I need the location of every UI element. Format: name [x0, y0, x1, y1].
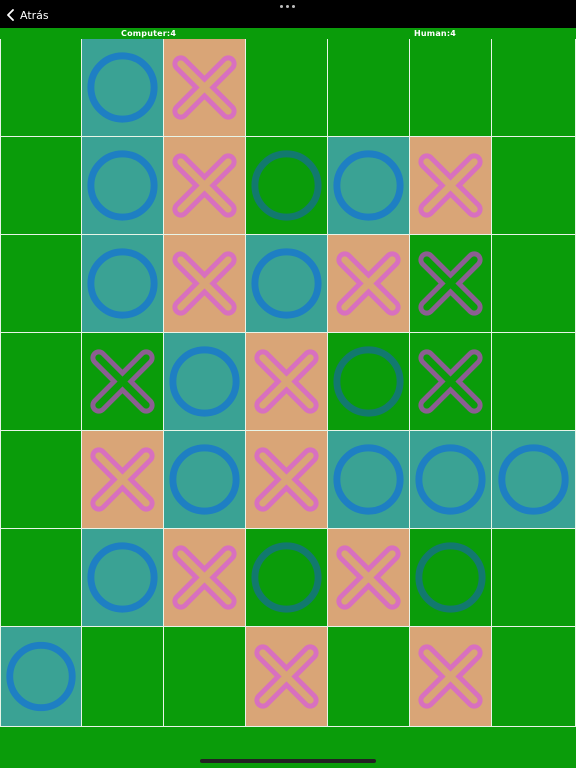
top-bar: Atrás [0, 0, 576, 28]
x-mark-icon [254, 349, 319, 414]
game-board [0, 39, 576, 727]
board-cell[interactable] [328, 627, 410, 727]
x-mark-icon [172, 153, 237, 218]
x-mark-icon [254, 644, 319, 709]
board-cell[interactable] [410, 529, 492, 627]
chevron-left-icon [7, 9, 14, 21]
board-cell[interactable] [410, 137, 492, 235]
board-cell[interactable] [410, 627, 492, 727]
board-cell[interactable] [246, 529, 328, 627]
o-mark-icon [87, 542, 158, 613]
board-cell[interactable] [410, 333, 492, 431]
board-cell[interactable] [410, 235, 492, 333]
board-cell[interactable] [492, 137, 576, 235]
board-cell[interactable] [328, 39, 410, 137]
o-mark-icon [415, 542, 486, 613]
x-mark-icon [418, 153, 483, 218]
board-cell[interactable] [82, 431, 164, 529]
board-cell[interactable] [246, 235, 328, 333]
board-cell[interactable] [492, 529, 576, 627]
board-cell[interactable] [492, 431, 576, 529]
back-button[interactable]: Atrás [6, 6, 49, 24]
board-cell[interactable] [82, 627, 164, 727]
board-cell[interactable] [328, 137, 410, 235]
x-mark-icon [90, 447, 155, 512]
board-cell[interactable] [328, 333, 410, 431]
board-cell[interactable] [164, 529, 246, 627]
o-mark-icon [251, 248, 322, 319]
board-cell[interactable] [492, 627, 576, 727]
board-cell[interactable] [492, 333, 576, 431]
o-mark-icon [415, 444, 486, 515]
home-indicator [200, 759, 376, 763]
score-bar: Computer:4 Human:4 [0, 28, 576, 39]
x-mark-icon [336, 545, 401, 610]
board-cell[interactable] [164, 627, 246, 727]
o-mark-icon [87, 52, 158, 123]
board-cell[interactable] [164, 39, 246, 137]
board-cell[interactable] [164, 431, 246, 529]
board-cell[interactable] [328, 431, 410, 529]
board-cell[interactable] [246, 39, 328, 137]
board-cell[interactable] [164, 235, 246, 333]
board-cell[interactable] [82, 137, 164, 235]
x-mark-icon [90, 349, 155, 414]
o-mark-icon [333, 150, 404, 221]
board-cell[interactable] [410, 39, 492, 137]
board-cell[interactable] [492, 235, 576, 333]
x-mark-icon [418, 349, 483, 414]
board-cell[interactable] [82, 235, 164, 333]
board-cell[interactable] [164, 333, 246, 431]
board-cell[interactable] [246, 431, 328, 529]
o-mark-icon [498, 444, 569, 515]
x-mark-icon [336, 251, 401, 316]
board-cell[interactable] [492, 39, 576, 137]
computer-score: Computer:4 [121, 29, 177, 38]
o-mark-icon [251, 150, 322, 221]
board-cell[interactable] [410, 431, 492, 529]
x-mark-icon [172, 545, 237, 610]
board-cell[interactable] [328, 529, 410, 627]
o-mark-icon [333, 444, 404, 515]
board-cell[interactable] [82, 39, 164, 137]
board-cell[interactable] [246, 137, 328, 235]
x-mark-icon [172, 55, 237, 120]
o-mark-icon [87, 248, 158, 319]
more-options-icon[interactable] [279, 2, 297, 10]
board-cell[interactable] [82, 529, 164, 627]
o-mark-icon [169, 346, 240, 417]
o-mark-icon [251, 542, 322, 613]
board-cell[interactable] [246, 333, 328, 431]
o-mark-icon [6, 641, 76, 712]
x-mark-icon [418, 251, 483, 316]
back-label: Atrás [20, 8, 49, 22]
board-cell[interactable] [0, 137, 82, 235]
human-score: Human:4 [414, 29, 456, 38]
board-cell[interactable] [246, 627, 328, 727]
board-cell[interactable] [0, 431, 82, 529]
x-mark-icon [254, 447, 319, 512]
board-cell[interactable] [82, 333, 164, 431]
o-mark-icon [333, 346, 404, 417]
board-cell[interactable] [328, 235, 410, 333]
o-mark-icon [169, 444, 240, 515]
board-cell[interactable] [0, 333, 82, 431]
board-cell[interactable] [0, 39, 82, 137]
x-mark-icon [418, 644, 483, 709]
board-cell[interactable] [0, 627, 82, 727]
board-cell[interactable] [164, 137, 246, 235]
board-cell[interactable] [0, 529, 82, 627]
x-mark-icon [172, 251, 237, 316]
o-mark-icon [87, 150, 158, 221]
board-cell[interactable] [0, 235, 82, 333]
